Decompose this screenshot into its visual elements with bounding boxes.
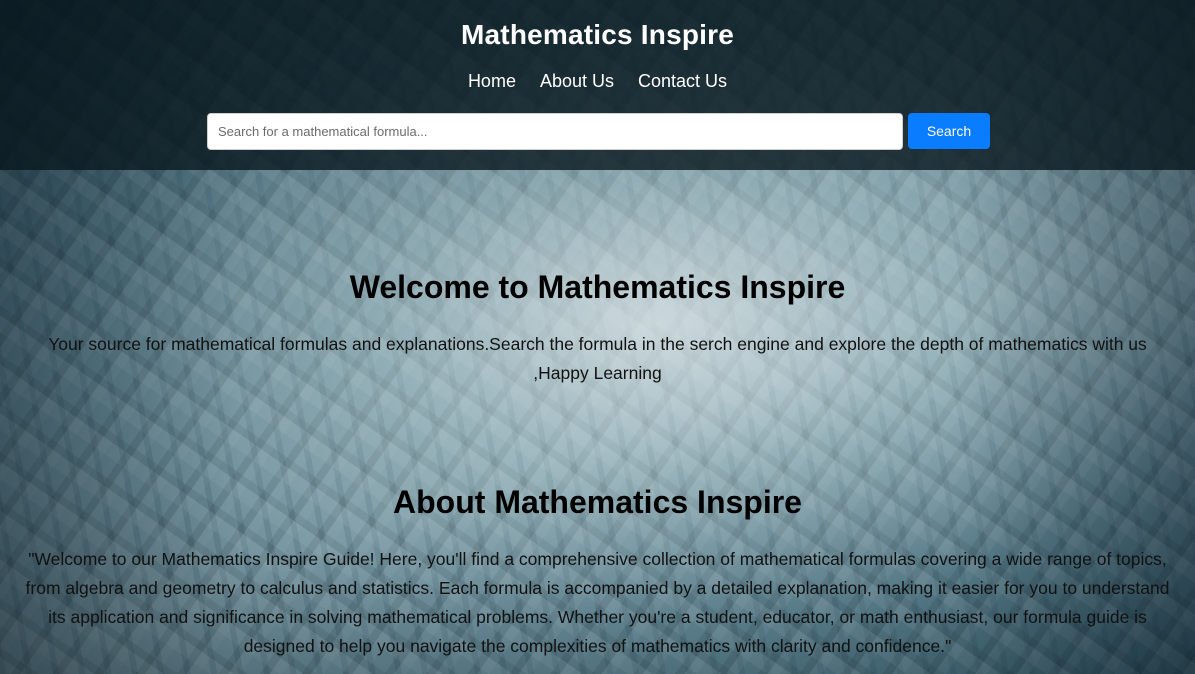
about-text: "Welcome to our Mathematics Inspire Guid…: [25, 549, 1170, 656]
main-content: Welcome to Mathematics Inspire Your sour…: [0, 170, 1195, 674]
welcome-text: Your source for mathematical formulas an…: [48, 334, 1147, 383]
welcome-heading: Welcome to Mathematics Inspire: [349, 269, 846, 305]
nav-link-home[interactable]: Home: [468, 71, 516, 92]
about-heading: About Mathematics Inspire: [393, 484, 802, 520]
search-input[interactable]: [207, 113, 903, 150]
search-bar: Search: [207, 113, 990, 150]
site-title: Mathematics Inspire: [461, 19, 734, 50]
search-button[interactable]: Search: [908, 113, 990, 149]
main-nav: Home About Us Contact Us: [0, 71, 1195, 92]
site-header: Mathematics Inspire Home About Us Contac…: [0, 0, 1195, 170]
nav-link-about-us[interactable]: About Us: [540, 71, 614, 92]
nav-link-contact-us[interactable]: Contact Us: [638, 71, 727, 92]
